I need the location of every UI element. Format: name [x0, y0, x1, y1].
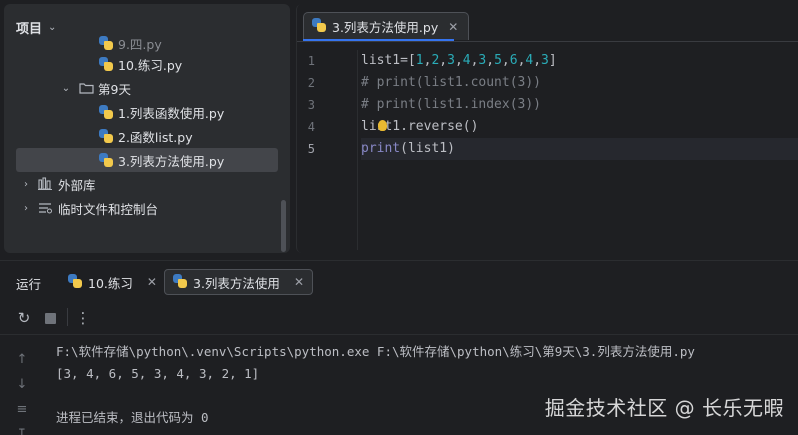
tree-item-scratches[interactable]: › 临时文件和控制台	[4, 196, 290, 220]
lightbulb-icon[interactable]	[378, 120, 388, 131]
tree-item-label: 10.练习.py	[118, 57, 183, 73]
run-tab[interactable]: 10.练习 ✕	[60, 269, 165, 295]
chevron-right-icon[interactable]: ›	[20, 179, 32, 190]
console-side-toolbar: ↑ ↓ ≡ ↧	[10, 347, 34, 435]
tree-item-folder[interactable]: ⌄ 第9天	[4, 76, 290, 100]
tree-item-label: 1.列表函数使用.py	[118, 105, 225, 121]
python-file-icon	[68, 273, 82, 291]
editor-panel: 3.列表方法使用.py ✕ 1 2 3 4 5 list1=[1,2,3,4,3…	[296, 4, 798, 253]
editor-tab-active[interactable]: 3.列表方法使用.py ✕	[303, 12, 470, 40]
console-line: F:\软件存储\python\.venv\Scripts\python.exe …	[56, 344, 695, 359]
run-tab-label: 3.列表方法使用	[193, 275, 280, 291]
editor-tab-bar: 3.列表方法使用.py ✕	[297, 4, 798, 42]
tree-item-file-selected[interactable]: 3.列表方法使用.py	[16, 148, 278, 172]
line-number: 1	[307, 54, 315, 68]
tree-item-file[interactable]: 9.四.py	[4, 36, 290, 52]
code-line[interactable]: list1=[1,2,3,4,3,5,6,4,3]	[361, 50, 798, 72]
line-number-gutter: 1 2 3 4 5	[297, 50, 357, 160]
tree-item-file[interactable]: 1.列表函数使用.py	[4, 100, 290, 124]
chevron-right-icon[interactable]: ›	[20, 203, 32, 214]
python-file-icon	[99, 129, 115, 145]
tree-item-file[interactable]: 10.练习.py	[4, 52, 290, 76]
python-file-icon	[99, 105, 115, 121]
python-file-icon	[99, 36, 115, 52]
editor-tab-label: 3.列表方法使用.py	[332, 20, 439, 35]
scratches-icon	[38, 201, 54, 217]
run-tab-label: 10.练习	[88, 275, 133, 291]
library-icon	[38, 177, 54, 193]
python-file-icon	[99, 153, 115, 169]
close-icon[interactable]: ✕	[147, 275, 157, 289]
python-file-icon	[312, 18, 326, 35]
rerun-icon[interactable]: ↻	[14, 308, 34, 328]
tree-item-file[interactable]: 2.函数list.py	[4, 124, 290, 148]
run-header: 运行 10.练习 ✕ 3.列表方法使用 ✕	[0, 261, 798, 301]
tree-item-external-libraries[interactable]: › 外部库	[4, 172, 290, 196]
arrow-down-icon[interactable]: ↓	[10, 372, 34, 397]
chevron-down-icon[interactable]: ⌄	[60, 83, 72, 94]
scroll-to-end-icon[interactable]: ↧	[10, 422, 34, 435]
toolbar-divider	[67, 308, 68, 326]
project-panel: 项目 ⌄ 9.四.py 10.练习.py ⌄ 第9天 1.列表函数使用.py 2…	[4, 4, 290, 253]
line-number-current: 5	[307, 142, 315, 156]
folder-icon	[79, 82, 95, 98]
stop-icon	[44, 312, 56, 324]
code-line[interactable]: list1.reverse()	[361, 116, 798, 138]
project-title: 项目	[16, 22, 43, 37]
run-tab-active[interactable]: 3.列表方法使用 ✕	[164, 269, 313, 295]
tree-item-label: 第9天	[98, 81, 131, 97]
close-icon[interactable]: ✕	[294, 275, 304, 289]
code-line[interactable]: # print(list1.count(3))	[361, 72, 798, 94]
stop-button[interactable]	[40, 308, 60, 328]
tree-item-label: 临时文件和控制台	[58, 201, 159, 217]
python-file-icon	[99, 57, 115, 73]
soft-wrap-icon[interactable]: ≡	[10, 397, 34, 422]
active-tab-indicator	[303, 39, 454, 41]
tree-item-label: 外部库	[58, 177, 96, 193]
tree-item-label: 2.函数list.py	[118, 129, 193, 145]
tree-item-label: 3.列表方法使用.py	[118, 153, 225, 169]
chevron-down-icon[interactable]: ⌄	[48, 22, 56, 33]
gutter-separator	[357, 50, 358, 250]
project-tree: 9.四.py 10.练习.py ⌄ 第9天 1.列表函数使用.py 2.函数li…	[4, 36, 290, 220]
line-number: 2	[307, 76, 315, 90]
line-number: 4	[307, 120, 315, 134]
arrow-up-icon[interactable]: ↑	[10, 347, 34, 372]
code-line-current[interactable]: print(list1)	[361, 138, 798, 160]
watermark: 掘金技术社区 @ 长乐无暇	[544, 396, 784, 420]
run-title: 运行	[16, 277, 42, 292]
more-options-icon[interactable]: ⋮	[73, 308, 93, 328]
project-header[interactable]: 项目 ⌄	[16, 18, 56, 37]
line-number: 3	[307, 98, 315, 112]
console-line: [3, 4, 6, 5, 3, 4, 3, 2, 1]	[56, 366, 260, 381]
code-area[interactable]: list1=[1,2,3,4,3,5,6,4,3] # print(list1.…	[361, 50, 798, 160]
python-file-icon	[173, 273, 187, 291]
tree-item-label: 9.四.py	[118, 37, 162, 52]
code-line[interactable]: # print(list1.index(3))	[361, 94, 798, 116]
close-icon[interactable]: ✕	[448, 20, 458, 34]
project-scrollbar[interactable]	[281, 200, 286, 252]
run-divider	[0, 334, 798, 335]
